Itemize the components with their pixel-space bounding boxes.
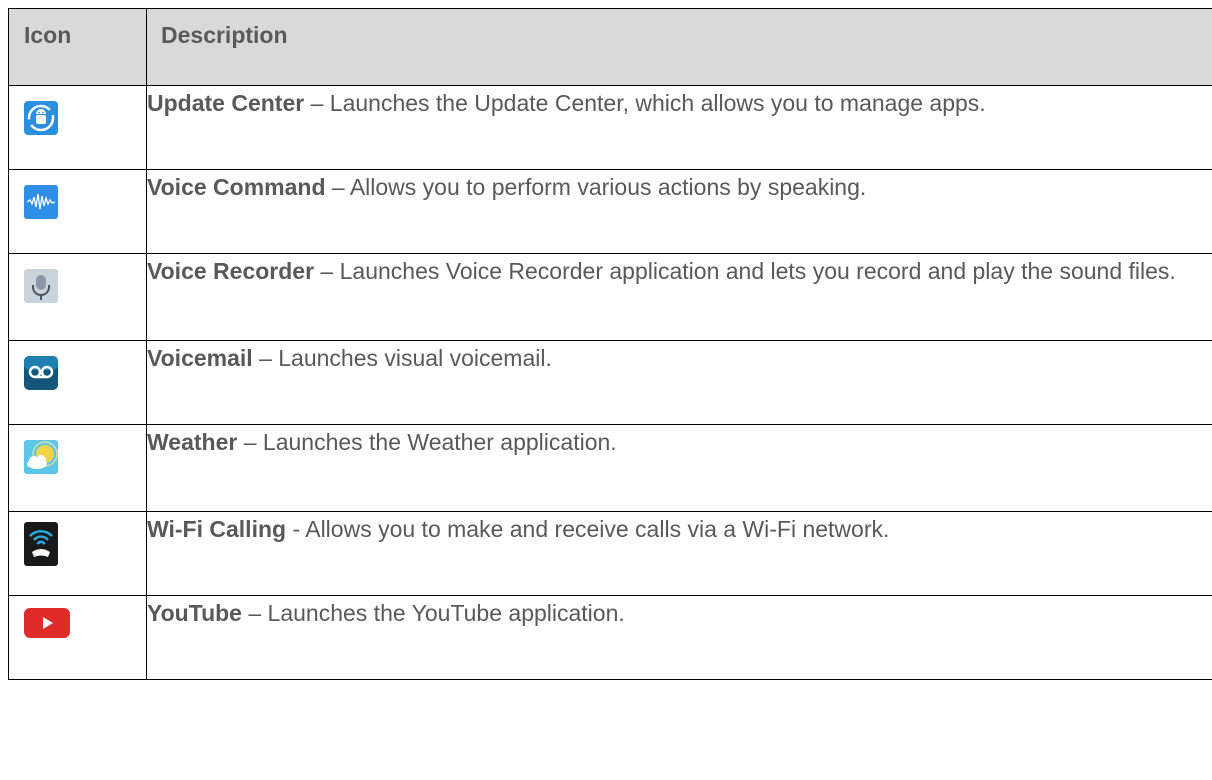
app-description: Allows you to make and receive calls via… xyxy=(305,516,890,542)
app-description: Allows you to perform various actions by… xyxy=(349,174,867,200)
update-center-icon xyxy=(24,101,58,135)
voice-command-icon xyxy=(24,185,58,219)
voicemail-icon xyxy=(24,356,58,390)
icon-cell xyxy=(8,424,147,512)
table-row: Voice Recorder – Launches Voice Recorder… xyxy=(8,253,1212,341)
separator: – xyxy=(252,345,279,371)
icon-cell xyxy=(8,340,147,425)
youtube-icon xyxy=(24,608,70,638)
table-row: Update Center – Launches the Update Cent… xyxy=(8,85,1212,170)
app-description: Launches Voice Recorder application and … xyxy=(339,258,1176,284)
description-column-header: Description xyxy=(146,8,1212,86)
app-description: Launches the Weather application. xyxy=(262,429,617,455)
app-name: Wi-Fi Calling xyxy=(147,516,287,542)
app-name: Voicemail xyxy=(147,345,253,371)
icon-header-label: Icon xyxy=(24,22,72,48)
description-cell: Weather – Launches the Weather applicati… xyxy=(146,424,1212,512)
page: Icon Description Update Center – Launche… xyxy=(0,0,1212,780)
app-name: Weather xyxy=(147,429,238,455)
separator: – xyxy=(314,258,340,284)
separator: - xyxy=(286,516,306,542)
description-header-label: Description xyxy=(161,22,288,48)
description-cell: YouTube – Launches the YouTube applicati… xyxy=(146,595,1212,680)
icon-cell xyxy=(8,85,147,170)
separator: – xyxy=(325,174,350,200)
table-header-row: Icon Description xyxy=(8,8,1212,86)
app-name: YouTube xyxy=(147,600,242,626)
separator: – xyxy=(237,429,263,455)
voice-recorder-icon xyxy=(24,269,58,303)
table-row: Wi-Fi Calling - Allows you to make and r… xyxy=(8,511,1212,596)
app-name: Voice Command xyxy=(147,174,326,200)
table-row: YouTube – Launches the YouTube applicati… xyxy=(8,595,1212,680)
description-cell: Voice Command – Allows you to perform va… xyxy=(146,169,1212,254)
icon-cell xyxy=(8,595,147,680)
app-description: Launches visual voicemail. xyxy=(278,345,552,371)
weather-icon xyxy=(24,440,58,474)
icon-cell xyxy=(8,511,147,596)
separator: – xyxy=(304,90,330,116)
description-cell: Voice Recorder – Launches Voice Recorder… xyxy=(146,253,1212,341)
app-name: Update Center xyxy=(147,90,305,116)
separator: – xyxy=(241,600,268,626)
app-name: Voice Recorder xyxy=(147,258,315,284)
description-cell: Voicemail – Launches visual voicemail. xyxy=(146,340,1212,425)
wifi-calling-icon xyxy=(24,522,58,566)
icon-cell xyxy=(8,169,147,254)
table-row: Voicemail – Launches visual voicemail. xyxy=(8,340,1212,425)
icon-column-header: Icon xyxy=(8,8,147,86)
description-cell: Wi-Fi Calling - Allows you to make and r… xyxy=(146,511,1212,596)
apps-table: Icon Description Update Center – Launche… xyxy=(8,8,1212,680)
description-cell: Update Center – Launches the Update Cent… xyxy=(146,85,1212,170)
app-description: Launches the Update Center, which allows… xyxy=(329,90,986,116)
table-row: Weather – Launches the Weather applicati… xyxy=(8,424,1212,512)
app-description: Launches the YouTube application. xyxy=(267,600,625,626)
table-row: Voice Command – Allows you to perform va… xyxy=(8,169,1212,254)
icon-cell xyxy=(8,253,147,341)
